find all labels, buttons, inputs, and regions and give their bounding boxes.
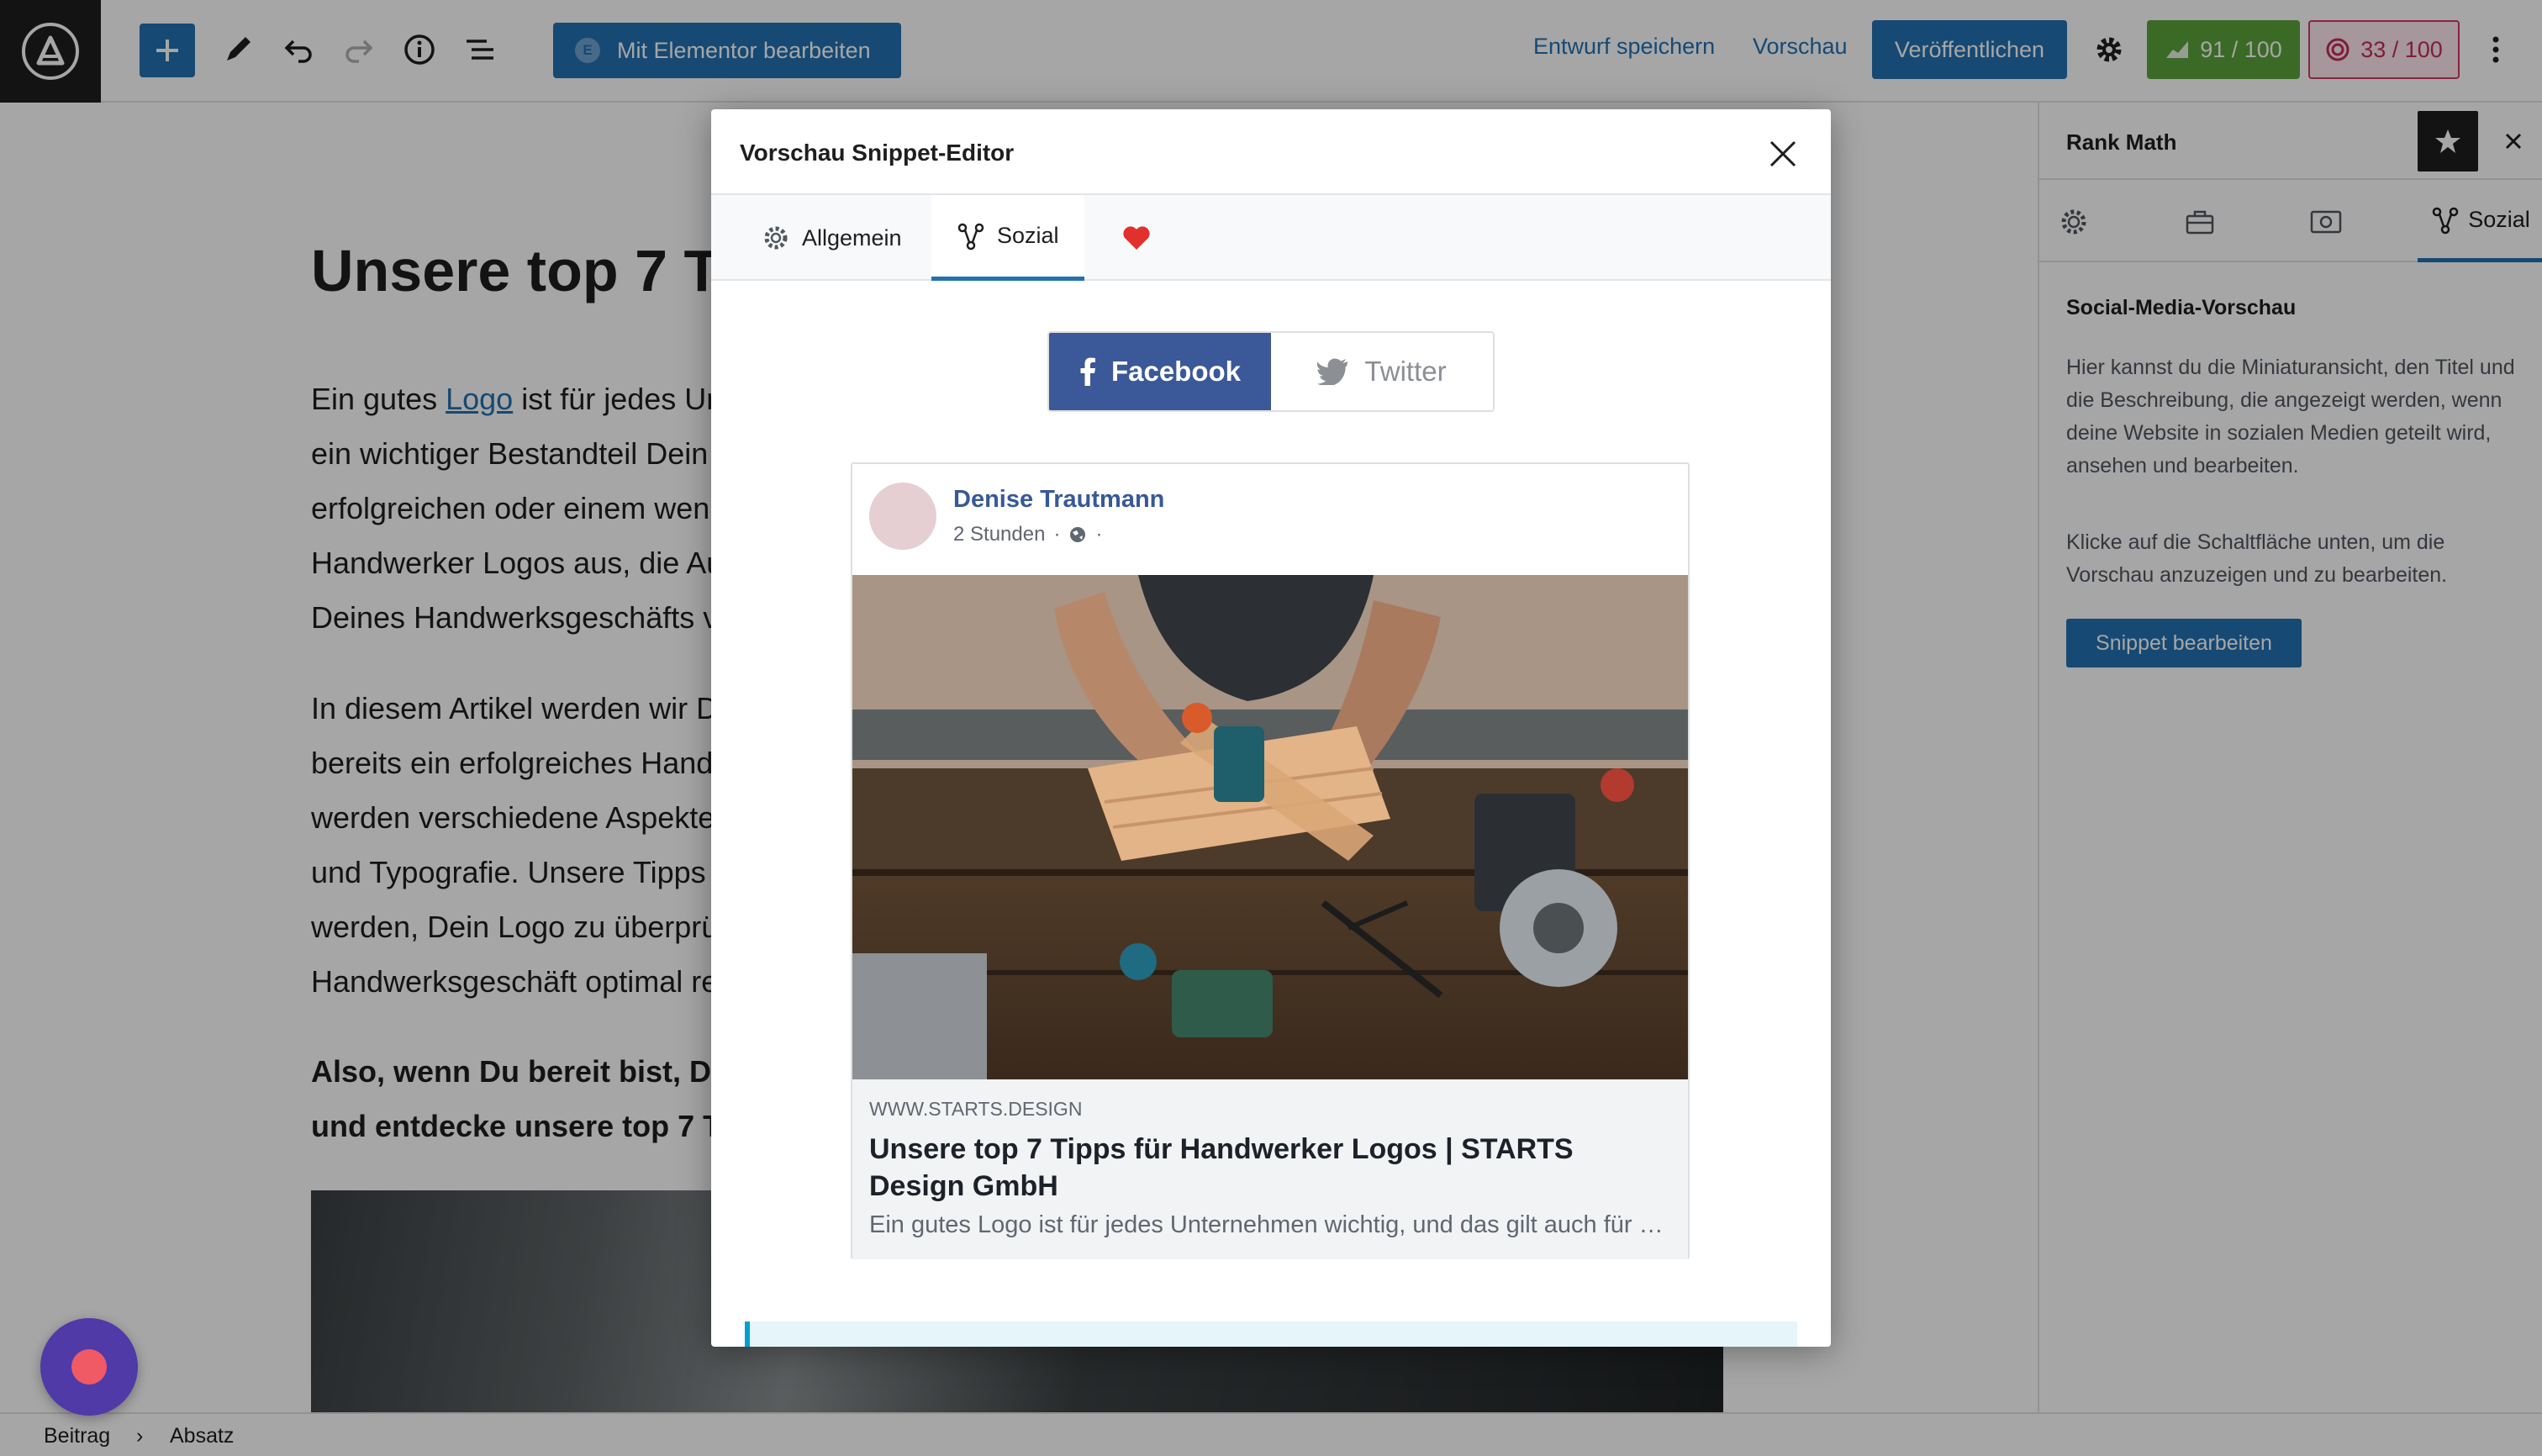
post-thumbnail-image[interactable] bbox=[852, 575, 1688, 1079]
facebook-tab-button[interactable]: Facebook bbox=[1049, 333, 1271, 410]
globe-icon bbox=[1070, 527, 1086, 542]
link-description: Ein gutes Logo ist für jedes Unternehmen… bbox=[869, 1211, 1671, 1238]
tab-sozial-label: Sozial bbox=[997, 223, 1059, 248]
chat-widget-button[interactable] bbox=[40, 1318, 138, 1416]
settings-gear-icon bbox=[764, 226, 788, 250]
avatar bbox=[869, 483, 936, 550]
tab-sozial[interactable]: Sozial bbox=[931, 195, 1084, 281]
facebook-icon bbox=[1080, 357, 1095, 386]
snippet-editor-modal: Vorschau Snippet-Editor Allgemein Sozial… bbox=[711, 109, 1831, 1347]
post-author: Denise Trautmann bbox=[953, 486, 1165, 513]
facebook-preview-card: Denise Trautmann 2 Stunden · · WWW.START… bbox=[851, 462, 1690, 1259]
tab-allgemein[interactable]: Allgemein bbox=[736, 195, 927, 281]
workshop-photo bbox=[852, 575, 1688, 1079]
social-network-toggle: Facebook Twitter bbox=[1047, 331, 1495, 412]
link-title: Unsere top 7 Tipps für Handwerker Logos … bbox=[869, 1133, 1574, 1202]
post-meta: 2 Stunden · · bbox=[953, 523, 1102, 546]
link-domain: WWW.STARTS.DESIGN bbox=[869, 1098, 1083, 1120]
close-icon bbox=[1769, 140, 1796, 167]
tab-favorite[interactable] bbox=[1096, 195, 1177, 281]
twitter-icon bbox=[1317, 358, 1348, 385]
modal-title: Vorschau Snippet-Editor bbox=[740, 140, 1015, 166]
post-time: 2 Stunden bbox=[953, 523, 1046, 546]
close-modal-button[interactable] bbox=[1757, 128, 1809, 180]
twitter-tab-label: Twitter bbox=[1364, 356, 1447, 387]
meta-trailing-dot: · bbox=[1095, 523, 1103, 546]
modal-notice-bar bbox=[745, 1321, 1797, 1347]
modal-tabs: Allgemein Sozial bbox=[711, 195, 1831, 281]
twitter-tab-button[interactable]: Twitter bbox=[1271, 333, 1493, 410]
share-nodes-icon bbox=[957, 223, 984, 250]
heart-icon bbox=[1123, 226, 1150, 250]
modal-overlay[interactable]: Vorschau Snippet-Editor Allgemein Sozial… bbox=[0, 0, 2542, 1456]
facebook-tab-label: Facebook bbox=[1110, 356, 1242, 387]
chat-status-icon bbox=[71, 1349, 107, 1385]
modal-header: Vorschau Snippet-Editor bbox=[711, 109, 1831, 195]
meta-separator: · bbox=[1053, 523, 1061, 546]
tab-allgemein-label: Allgemein bbox=[802, 224, 902, 251]
link-preview-footer: WWW.STARTS.DESIGN Unsere top 7 Tipps für… bbox=[852, 1079, 1688, 1259]
